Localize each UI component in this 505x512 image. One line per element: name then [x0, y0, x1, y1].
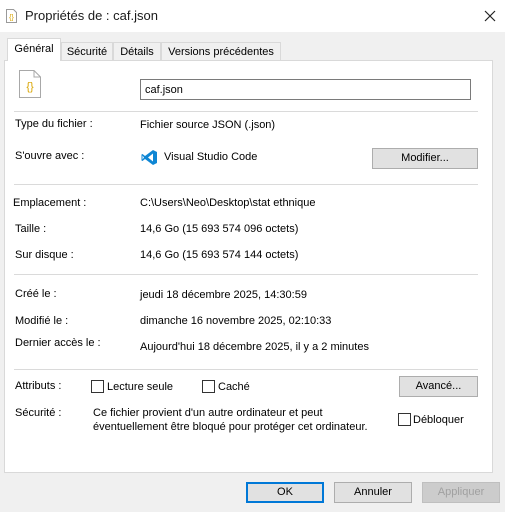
file-type-value: Fichier source JSON (.json) — [140, 119, 276, 131]
tab-previous-versions[interactable]: Versions précédentes — [161, 42, 281, 60]
tab-general[interactable]: Général — [7, 38, 61, 61]
svg-text:{}: {} — [26, 81, 34, 93]
opens-with-label: S'ouvre avec : — [15, 150, 85, 162]
apply-button[interactable]: Appliquer — [422, 482, 500, 503]
security-message-line2: éventuellement être bloqué pour protéger… — [93, 421, 368, 433]
hidden-label: Caché — [218, 381, 250, 393]
hidden-checkbox[interactable] — [202, 380, 215, 393]
last-accessed-label: Dernier accès le : — [15, 337, 101, 349]
json-file-icon: {} — [6, 9, 17, 23]
location-label: Emplacement : — [13, 197, 87, 209]
tab-details[interactable]: Détails — [113, 42, 161, 60]
ok-button[interactable]: OK — [246, 482, 324, 503]
modify-button[interactable]: Modifier... — [372, 148, 478, 169]
separator — [14, 274, 478, 275]
svg-text:{}: {} — [9, 15, 14, 22]
unblock-label: Débloquer — [413, 414, 464, 426]
advanced-button[interactable]: Avancé... — [399, 376, 478, 397]
readonly-label: Lecture seule — [107, 381, 174, 393]
json-file-large-icon: {} — [19, 70, 41, 98]
separator — [14, 369, 478, 370]
created-value: jeudi 18 décembre 2025, 14:30:59 — [140, 289, 307, 301]
title-bar: {} Propriétés de : caf.json — [0, 0, 505, 32]
separator — [14, 184, 478, 185]
file-name-field[interactable] — [140, 79, 471, 100]
modified-value: dimanche 16 novembre 2025, 02:10:33 — [140, 315, 332, 327]
modified-label: Modifié le : — [15, 315, 69, 327]
security-label: Sécurité : — [15, 407, 62, 419]
file-type-label: Type du fichier : — [15, 118, 93, 130]
attributes-label: Attributs : — [15, 380, 62, 392]
size-value: 14,6 Go (15 693 574 096 octets) — [140, 223, 299, 235]
window-title: Propriétés de : caf.json — [25, 8, 158, 23]
close-button[interactable] — [476, 4, 504, 28]
tab-security[interactable]: Sécurité — [61, 42, 113, 60]
separator — [14, 111, 478, 112]
readonly-checkbox[interactable] — [91, 380, 104, 393]
cancel-button[interactable]: Annuler — [334, 482, 412, 503]
disk-size-value: 14,6 Go (15 693 574 144 octets) — [140, 249, 299, 261]
last-accessed-value: Aujourd'hui 18 décembre 2025, il y a 2 m… — [140, 341, 369, 353]
size-label: Taille : — [15, 223, 47, 235]
security-message-line1: Ce fichier provient d'un autre ordinateu… — [93, 407, 323, 419]
unblock-checkbox[interactable] — [398, 413, 411, 426]
vscode-icon — [141, 150, 157, 165]
disk-size-label: Sur disque : — [15, 249, 74, 261]
opens-with-app: Visual Studio Code — [164, 151, 258, 163]
created-label: Créé le : — [15, 288, 57, 300]
close-icon — [484, 10, 496, 22]
location-value: C:\Users\Neo\Desktop\stat ethnique — [140, 197, 316, 209]
